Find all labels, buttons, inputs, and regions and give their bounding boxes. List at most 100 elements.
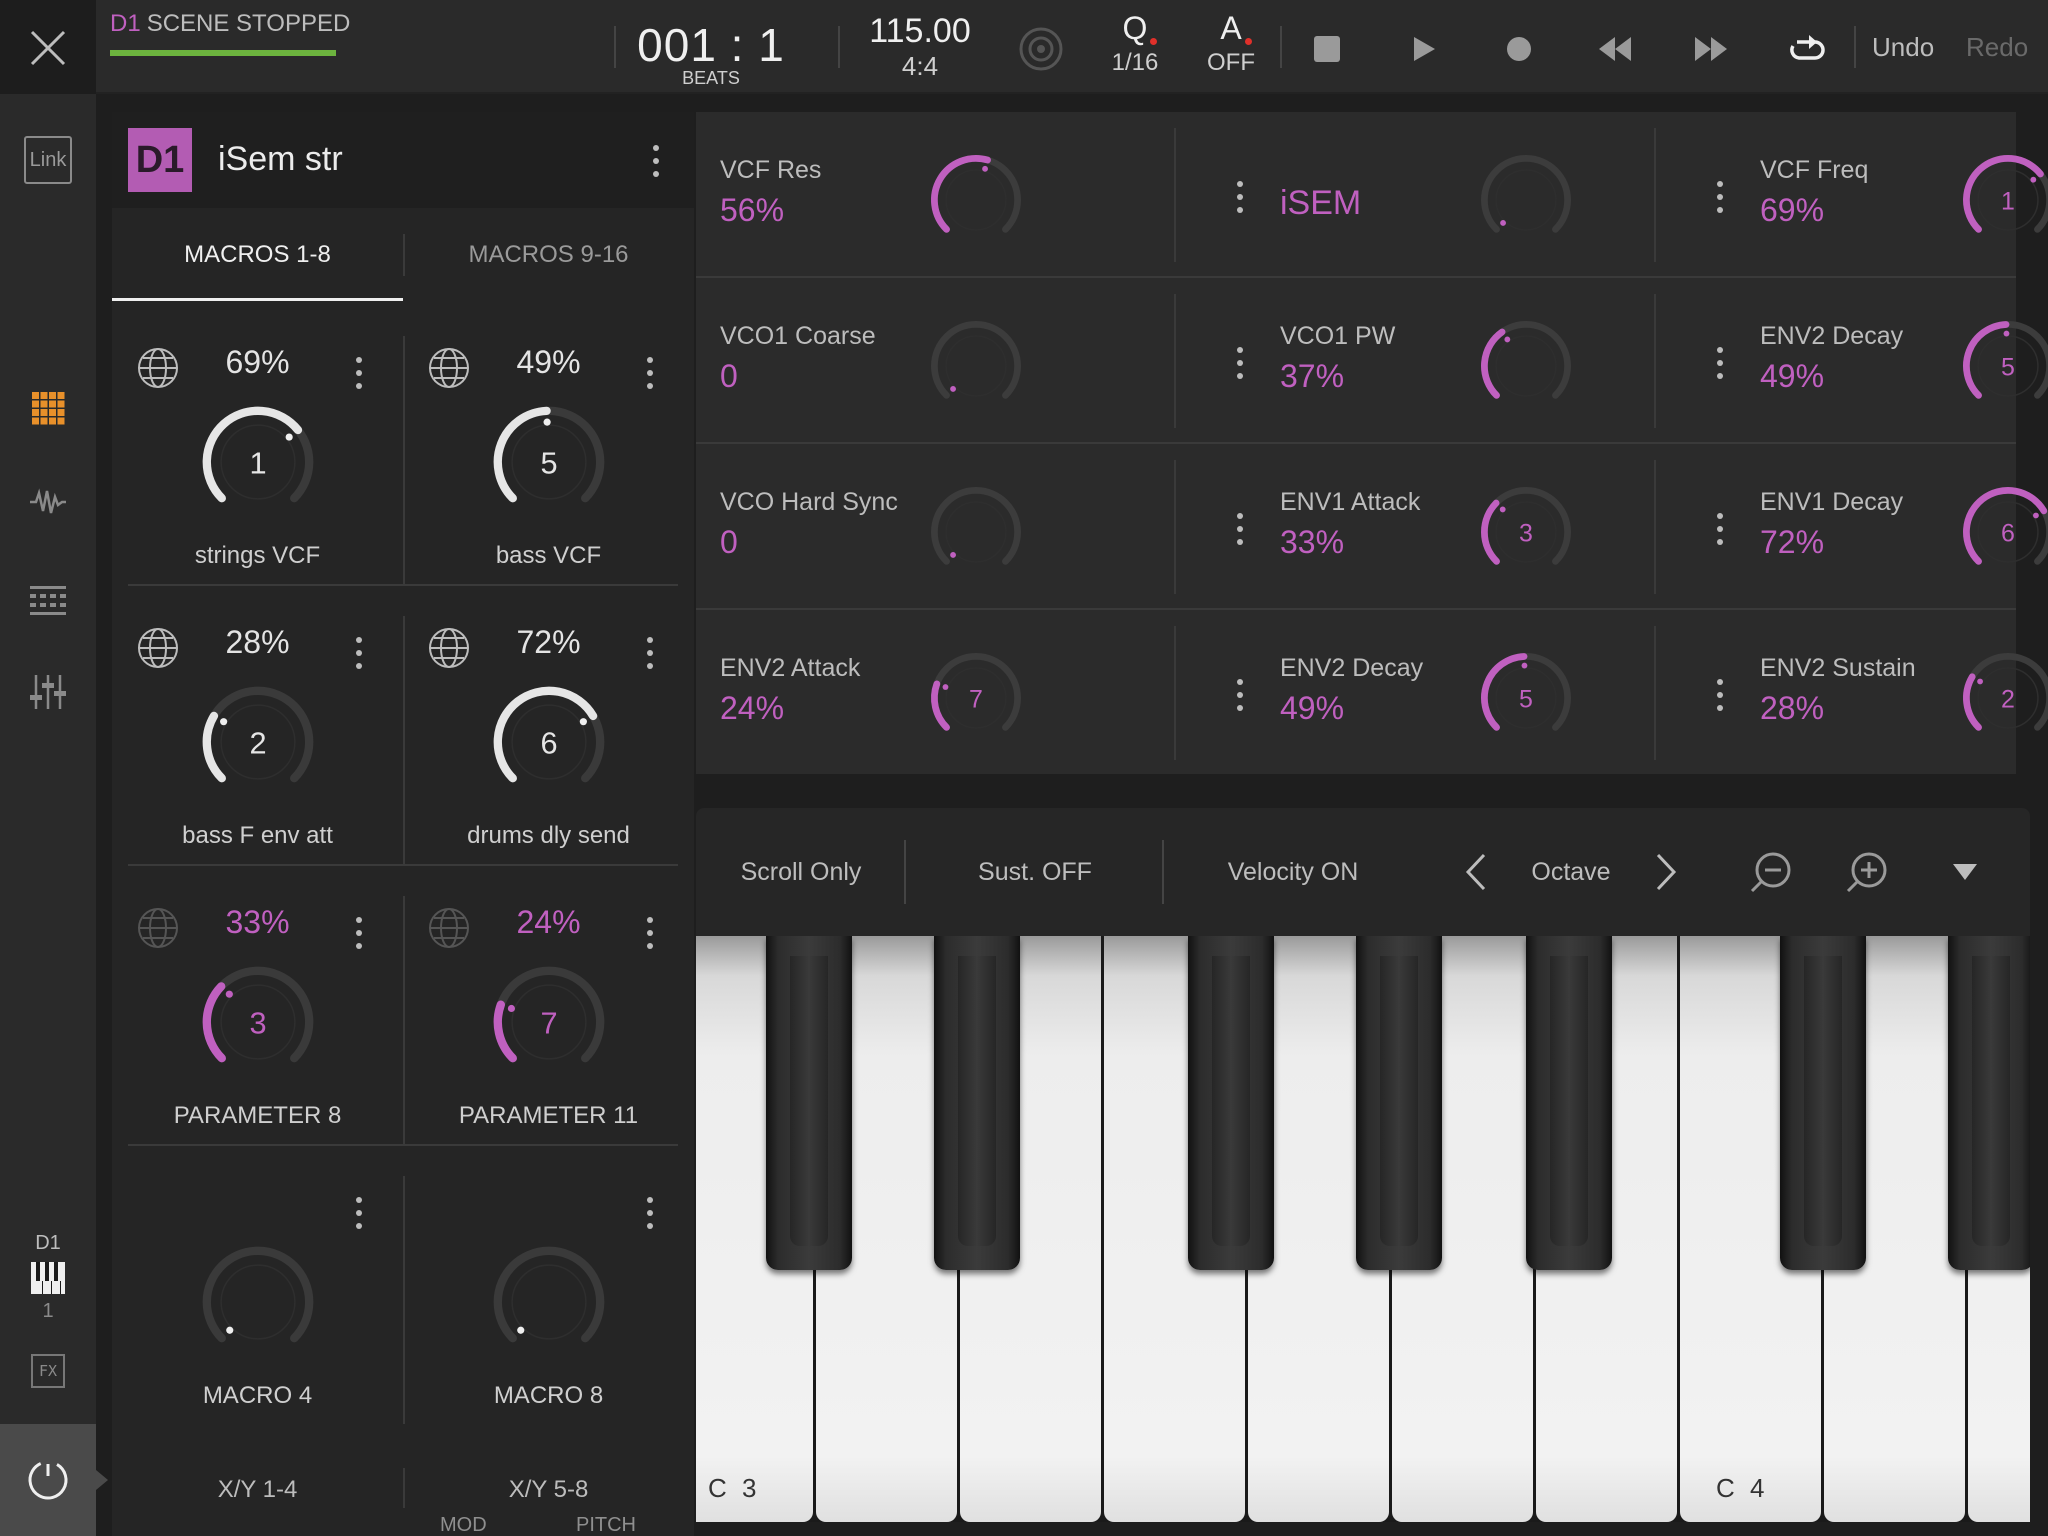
mixer-button[interactable] [24, 668, 72, 716]
track-menu-button[interactable] [648, 136, 664, 186]
macro-menu-button[interactable] [642, 628, 658, 678]
macro-cell[interactable]: 24% 7 PARAMETER 11 [403, 880, 694, 1160]
parameter-cell[interactable]: VCF Freq 69% 1 [1656, 112, 2048, 278]
macro-menu-button[interactable] [351, 348, 367, 398]
black-key[interactable] [934, 936, 1020, 1270]
parameter-cell[interactable]: VCO1 PW 37% [1176, 278, 1656, 444]
parameter-knob[interactable]: 7 [924, 646, 1028, 750]
macro-menu-button[interactable] [351, 908, 367, 958]
parameter-menu-button[interactable] [1712, 338, 1728, 388]
redo-button[interactable]: Redo [1966, 32, 2028, 63]
macro-cell[interactable]: MACRO 8 [403, 1160, 694, 1440]
black-key[interactable] [1356, 936, 1442, 1270]
parameter-cell[interactable]: ENV2 Decay 49% 5 [1656, 278, 2048, 444]
macro-knob[interactable]: 7 [485, 958, 613, 1086]
macro-menu-button[interactable] [351, 1188, 367, 1238]
undo-button[interactable]: Undo [1872, 32, 1934, 63]
tab-macros-1-8[interactable]: MACROS 1-8 [112, 208, 403, 302]
scroll-mode-button[interactable]: Scroll Only [696, 808, 906, 936]
black-key[interactable] [1948, 936, 2030, 1270]
track-name[interactable]: iSem str [218, 140, 343, 179]
macro-cell[interactable]: 28% 2 bass F env att [112, 600, 403, 880]
macro-cell[interactable]: 33% 3 PARAMETER 8 [112, 880, 403, 1160]
loop-button[interactable] [1782, 24, 1832, 74]
macro-cell[interactable]: MACRO 4 [112, 1160, 403, 1440]
macro-cell[interactable]: 69% 1 strings VCF [112, 320, 403, 600]
parameter-cell[interactable]: VCO1 Coarse 0 [696, 278, 1176, 444]
rewind-button[interactable] [1590, 24, 1640, 74]
parameter-cell[interactable]: ENV1 Decay 72% 6 [1656, 444, 2048, 610]
octave-up-button[interactable] [1636, 808, 1696, 936]
macro-knob[interactable]: 2 [194, 678, 322, 806]
clip-grid-button[interactable] [24, 384, 72, 432]
parameter-knob[interactable]: 6 [1956, 480, 2048, 584]
macro-knob[interactable]: 5 [485, 398, 613, 526]
fx-button[interactable]: FX [31, 1354, 65, 1388]
parameter-cell[interactable]: VCF Res 56% [696, 112, 1176, 278]
octave-down-button[interactable] [1446, 808, 1506, 936]
close-button[interactable] [0, 0, 96, 96]
parameter-cell[interactable]: ENV2 Decay 49% 5 [1176, 610, 1656, 776]
macro-menu-button[interactable] [642, 348, 658, 398]
macro-knob[interactable]: 6 [485, 678, 613, 806]
record-button[interactable] [1494, 24, 1544, 74]
parameter-menu-button[interactable] [1712, 504, 1728, 554]
macro-cell[interactable]: 72% 6 drums dly send [403, 600, 694, 880]
tempo-display[interactable]: 115.00 4:4 [860, 12, 980, 82]
tab-xy-1-4[interactable]: X/Y 1-4 [112, 1444, 403, 1536]
parameter-menu-button[interactable] [1232, 172, 1248, 222]
beats-counter[interactable]: 001 : 1 BEATS [636, 18, 786, 89]
black-key[interactable] [1188, 936, 1274, 1270]
macro-menu-button[interactable] [642, 1188, 658, 1238]
parameter-menu-button[interactable] [1232, 670, 1248, 720]
link-button[interactable]: Link [24, 136, 72, 184]
zoom-out-button[interactable] [1736, 808, 1806, 936]
quantize-button[interactable]: Q 1/16 [1100, 10, 1170, 77]
track-badge[interactable]: D1 [128, 128, 192, 192]
parameter-knob[interactable] [924, 314, 1028, 418]
parameter-knob[interactable] [924, 480, 1028, 584]
parameter-cell[interactable]: ENV2 Sustain 28% 2 [1656, 610, 2048, 776]
macro-view-button[interactable] [0, 1424, 96, 1536]
macro-knob[interactable] [194, 1238, 322, 1366]
black-key[interactable] [1780, 936, 1866, 1270]
stop-button[interactable] [1302, 24, 1352, 74]
parameter-knob[interactable] [1474, 148, 1578, 252]
parameter-cell[interactable]: ENV2 Attack 24% 7 [696, 610, 1176, 776]
scene-status[interactable]: D1 SCENE STOPPED [110, 10, 360, 70]
fast-forward-button[interactable] [1686, 24, 1736, 74]
parameter-cell[interactable]: VCO Hard Sync 0 [696, 444, 1176, 610]
play-button[interactable] [1398, 24, 1448, 74]
parameter-knob[interactable]: 5 [1956, 314, 2048, 418]
parameter-menu-button[interactable] [1712, 172, 1728, 222]
parameter-knob[interactable] [1474, 314, 1578, 418]
sequencer-button[interactable] [24, 576, 72, 624]
black-key[interactable] [1526, 936, 1612, 1270]
macro-menu-button[interactable] [351, 628, 367, 678]
keyboard-view-button[interactable] [24, 1254, 72, 1302]
parameter-menu-button[interactable] [1232, 338, 1248, 388]
tab-macros-9-16[interactable]: MACROS 9-16 [403, 208, 694, 302]
macro-menu-button[interactable] [642, 908, 658, 958]
parameter-knob[interactable]: 5 [1474, 646, 1578, 750]
macro-knob[interactable] [485, 1238, 613, 1366]
parameter-knob[interactable]: 1 [1956, 148, 2048, 252]
audio-editor-button[interactable] [24, 478, 72, 526]
sustain-button[interactable]: Sust. OFF [906, 808, 1164, 936]
macro-knob[interactable]: 3 [194, 958, 322, 1086]
metronome-button[interactable] [1016, 24, 1066, 74]
black-key[interactable] [766, 936, 852, 1270]
velocity-button[interactable]: Velocity ON [1164, 808, 1422, 936]
parameter-cell[interactable]: ENV1 Attack 33% 3 [1176, 444, 1656, 610]
parameter-knob[interactable]: 3 [1474, 480, 1578, 584]
parameter-knob[interactable]: 2 [1956, 646, 2048, 750]
parameter-knob[interactable] [924, 148, 1028, 252]
macro-knob[interactable]: 1 [194, 398, 322, 526]
parameter-menu-button[interactable] [1712, 670, 1728, 720]
keyboard-options-button[interactable] [1930, 808, 2000, 936]
parameter-cell[interactable]: iSEM [1176, 112, 1656, 278]
automation-button[interactable]: A OFF [1196, 10, 1266, 77]
parameter-menu-button[interactable] [1232, 504, 1248, 554]
macro-cell[interactable]: 49% 5 bass VCF [403, 320, 694, 600]
zoom-in-button[interactable] [1832, 808, 1902, 936]
